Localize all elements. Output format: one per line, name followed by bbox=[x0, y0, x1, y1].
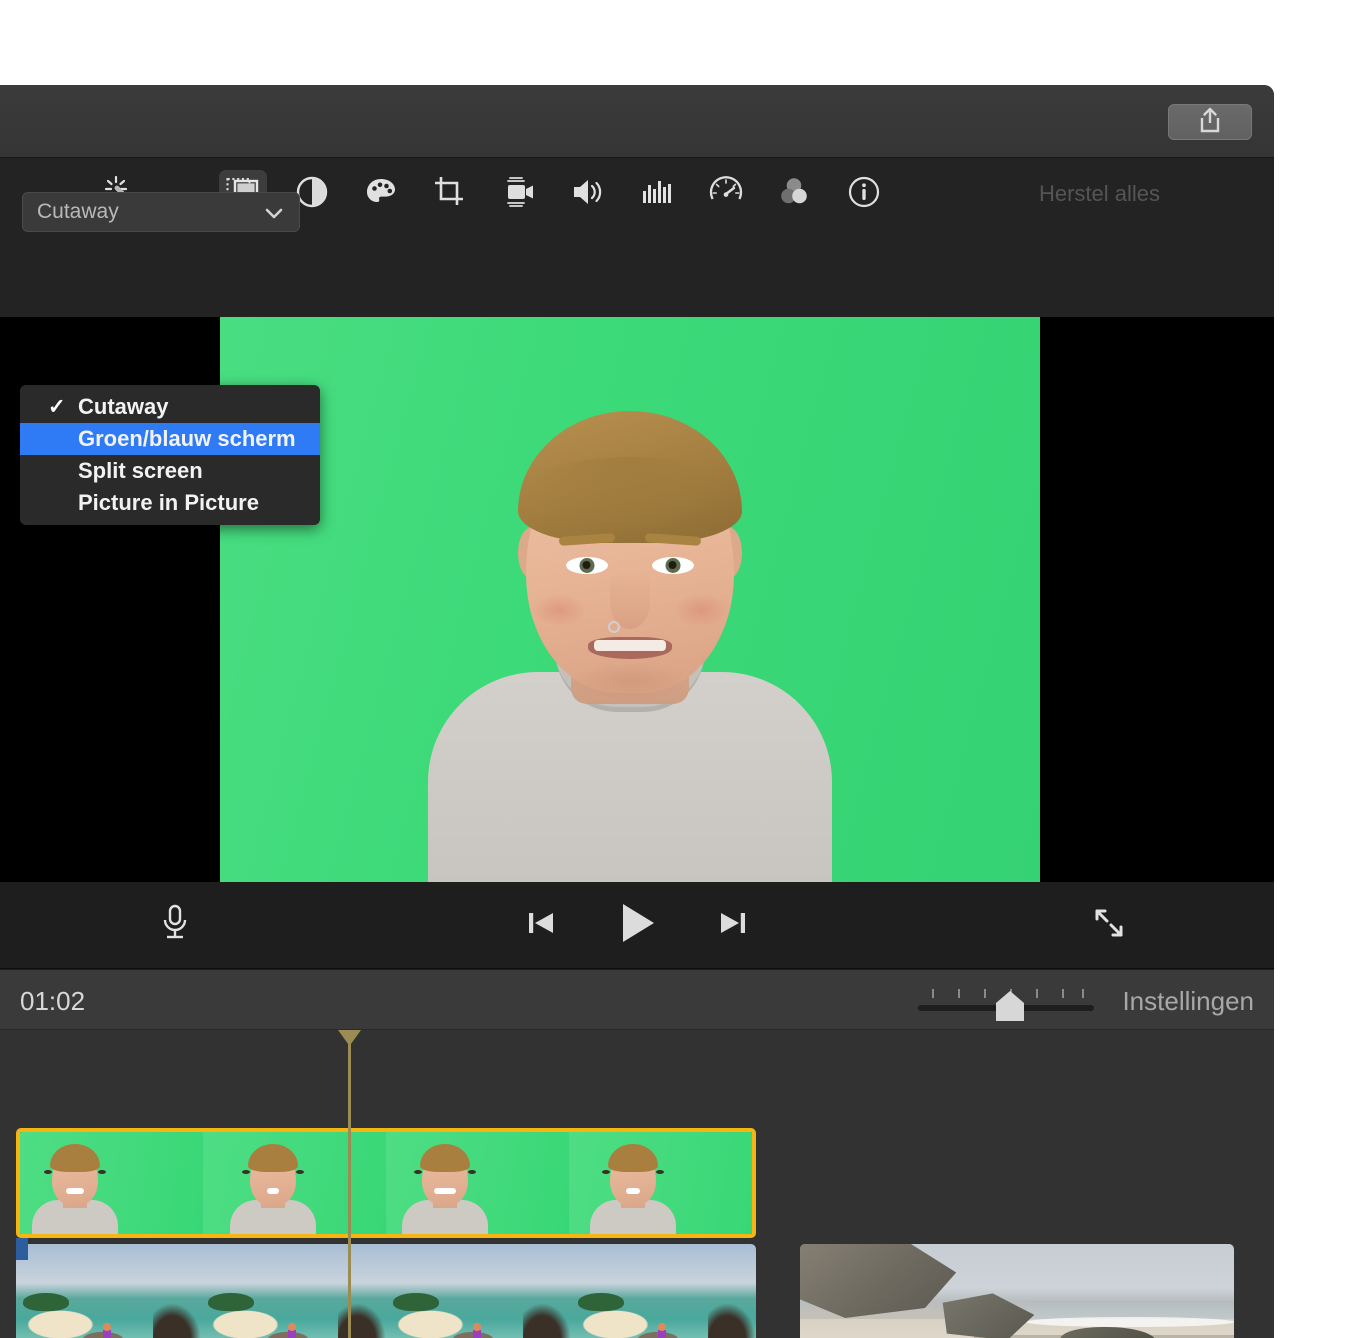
share-upload-icon bbox=[1197, 106, 1223, 139]
speaker-icon bbox=[571, 175, 605, 214]
person-mouth bbox=[588, 637, 672, 659]
adjust-tool-group bbox=[219, 170, 888, 218]
clip-thumbnail bbox=[203, 1132, 386, 1234]
menu-item-label: Groen/blauw scherm bbox=[78, 426, 296, 452]
table-row[interactable] bbox=[16, 1244, 756, 1338]
camcorder-icon bbox=[502, 175, 536, 214]
overlay-style-select-value: Cutaway bbox=[37, 200, 119, 224]
timeline-zoom-slider[interactable] bbox=[918, 985, 1094, 1017]
crop-icon bbox=[433, 175, 467, 214]
expand-diagonal-icon bbox=[1091, 905, 1127, 946]
menu-item-label: Picture in Picture bbox=[78, 490, 259, 516]
play-button[interactable] bbox=[610, 898, 664, 952]
check-icon: ✓ bbox=[48, 395, 66, 420]
playhead-handle[interactable] bbox=[338, 1030, 361, 1046]
table-row[interactable] bbox=[800, 1244, 1234, 1338]
clip-thumbnail bbox=[571, 1244, 756, 1338]
share-button[interactable] bbox=[1168, 104, 1252, 140]
person-eye-left bbox=[566, 557, 608, 574]
clip-thumbnail bbox=[386, 1244, 571, 1338]
skip-forward-icon bbox=[715, 905, 751, 946]
clip-thumbnail bbox=[20, 1132, 203, 1234]
speed-button[interactable] bbox=[702, 170, 750, 218]
playback-transport-bar bbox=[0, 882, 1274, 969]
skip-forward-button[interactable] bbox=[706, 898, 760, 952]
zoom-slider-thumb[interactable] bbox=[996, 991, 1024, 1021]
zoom-tick bbox=[1036, 989, 1038, 998]
clip-thumbnail-rock-large bbox=[800, 1244, 956, 1330]
zoom-tick bbox=[932, 989, 934, 998]
imovie-window: Herstel alles Cutaway Transparantie: Fad… bbox=[0, 85, 1274, 1338]
half-circle-icon bbox=[295, 175, 329, 214]
zoom-tick bbox=[1082, 989, 1084, 998]
information-button[interactable] bbox=[840, 170, 888, 218]
skip-back-button[interactable] bbox=[514, 898, 568, 952]
overlay-style-menu[interactable]: ✓ Cutaway Groen/blauw scherm Split scree… bbox=[20, 385, 320, 525]
playhead[interactable] bbox=[348, 1030, 351, 1338]
person-on-green-screen bbox=[415, 317, 845, 882]
overlay-controls-row bbox=[0, 230, 1274, 317]
settings-button[interactable]: Instellingen bbox=[1122, 986, 1254, 1017]
zoom-tick bbox=[958, 989, 960, 998]
menu-item-label: Split screen bbox=[78, 458, 203, 484]
menu-item-split-screen[interactable]: Split screen bbox=[20, 455, 320, 487]
microphone-icon bbox=[159, 903, 191, 948]
window-titlebar bbox=[0, 85, 1274, 158]
clip-thumbnail bbox=[386, 1132, 569, 1234]
clip-thumbnail bbox=[569, 1132, 752, 1234]
clip-thumbnail bbox=[16, 1244, 201, 1338]
person-cheek-right bbox=[673, 593, 729, 627]
overlay-style-select[interactable]: Cutaway bbox=[22, 192, 300, 232]
person-hair-shading bbox=[512, 457, 748, 545]
timeline[interactable] bbox=[0, 1030, 1274, 1338]
menu-item-green-blue-screen[interactable]: Groen/blauw scherm bbox=[20, 423, 320, 455]
play-icon bbox=[612, 898, 662, 953]
color-correction-button[interactable] bbox=[357, 170, 405, 218]
voiceover-button[interactable] bbox=[150, 900, 200, 950]
zoom-tick bbox=[1062, 989, 1064, 998]
table-row[interactable] bbox=[16, 1128, 756, 1238]
speedometer-icon bbox=[709, 175, 743, 214]
menu-item-picture-in-picture[interactable]: Picture in Picture bbox=[20, 487, 320, 519]
info-circle-icon bbox=[847, 175, 881, 214]
clip-thumbnail bbox=[201, 1244, 386, 1338]
equalizer-icon bbox=[640, 175, 674, 214]
overlapping-circles-icon bbox=[778, 175, 812, 214]
person-nose-ring bbox=[608, 621, 620, 633]
clip-thumbnail-foam bbox=[1026, 1317, 1234, 1327]
timeline-toolbar: 01:02 Instellingen bbox=[0, 970, 1274, 1030]
menu-item-cutaway[interactable]: ✓ Cutaway bbox=[20, 391, 320, 423]
timeline-timecode: 01:02 bbox=[20, 986, 85, 1017]
clip-filter-button[interactable] bbox=[771, 170, 819, 218]
volume-button[interactable] bbox=[564, 170, 612, 218]
overlay-clip-marker bbox=[16, 1238, 28, 1260]
noise-reduction-equalizer-button[interactable] bbox=[633, 170, 681, 218]
person-cheek-left bbox=[531, 593, 587, 627]
chevron-down-icon bbox=[263, 203, 285, 228]
video-frame bbox=[220, 317, 1040, 882]
palette-icon bbox=[364, 175, 398, 214]
skip-back-icon bbox=[523, 905, 559, 946]
playback-controls bbox=[514, 898, 760, 952]
menu-item-label: Cutaway bbox=[78, 394, 168, 420]
fullscreen-button[interactable] bbox=[1084, 900, 1134, 950]
person-chin-shading bbox=[570, 661, 690, 701]
zoom-tick bbox=[984, 989, 986, 998]
stabilization-button[interactable] bbox=[495, 170, 543, 218]
reset-all-label: Herstel alles bbox=[1039, 181, 1160, 207]
person-eye-right bbox=[652, 557, 694, 574]
crop-button[interactable] bbox=[426, 170, 474, 218]
